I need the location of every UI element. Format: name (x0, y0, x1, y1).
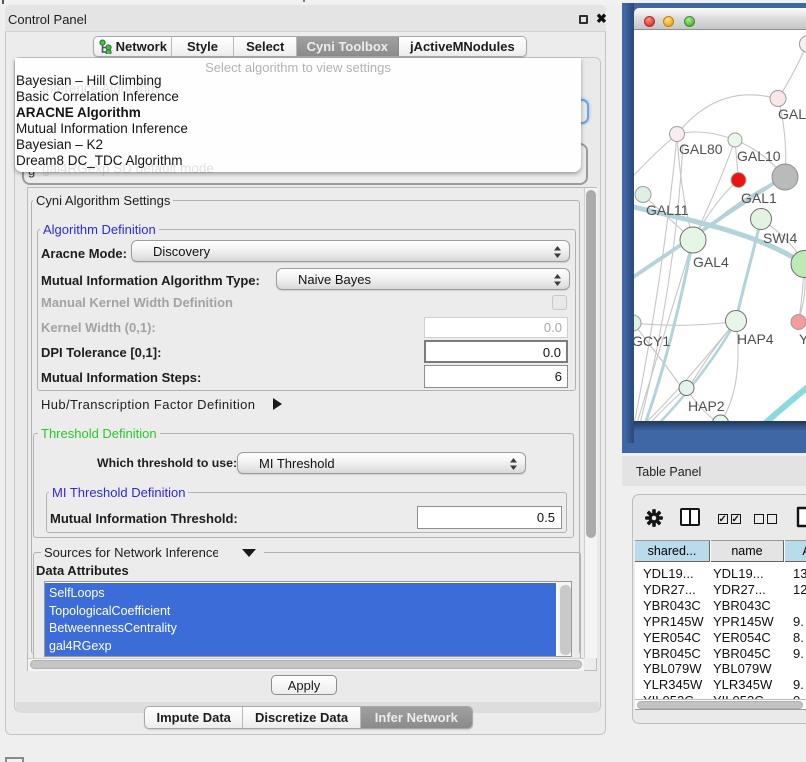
svg-text:GAL2: GAL2 (778, 106, 806, 122)
svg-text:GAL10: GAL10 (737, 148, 781, 164)
svg-text:GCY1: GCY1 (634, 333, 670, 349)
svg-text:SWI4: SWI4 (763, 230, 797, 246)
svg-text:HAP2: HAP2 (688, 398, 725, 414)
svg-text:YM: YM (799, 331, 806, 347)
svg-text:HAP4: HAP4 (737, 331, 774, 347)
svg-text:GAL80: GAL80 (679, 141, 723, 157)
svg-text:GAL11: GAL11 (646, 202, 689, 218)
svg-text:GAL4: GAL4 (693, 254, 729, 270)
svg-text:GAL1: GAL1 (741, 190, 777, 206)
